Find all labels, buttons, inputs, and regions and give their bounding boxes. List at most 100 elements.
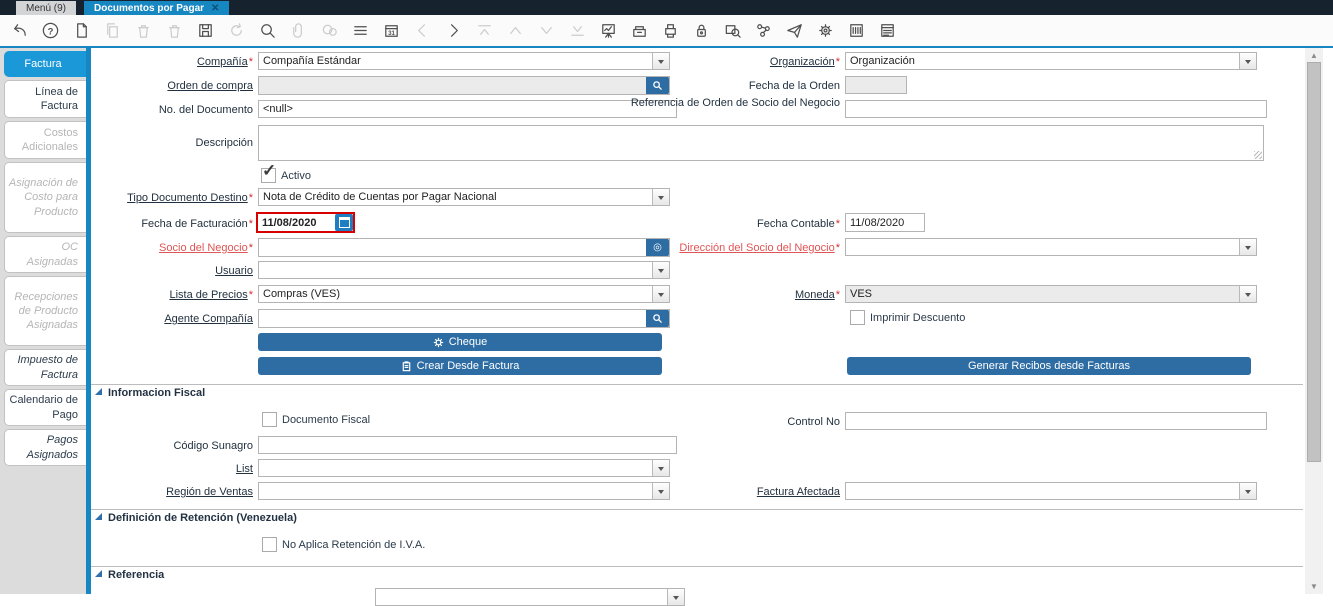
lookup-icon[interactable] <box>646 309 669 328</box>
section-divider <box>91 509 1303 510</box>
chevron-down-icon[interactable] <box>652 189 669 205</box>
calendar-picker-icon[interactable] <box>335 214 353 231</box>
generar-recibos-button[interactable]: Generar Recibos desde Facturas <box>847 357 1251 375</box>
window-tab-bar: Menú (9) Documentos por Pagar ✕ <box>0 0 1333 15</box>
cheque-button[interactable]: Cheque <box>258 333 662 351</box>
region-ventas-label: Región de Ventas <box>60 485 253 499</box>
referencia-header[interactable]: Referencia <box>108 569 164 581</box>
new-record-icon[interactable] <box>72 21 91 40</box>
product-info-icon[interactable] <box>847 21 866 40</box>
list-label: List <box>60 462 253 476</box>
no-aplica-retencion-row: No Aplica Retención de I.V.A. <box>262 537 425 552</box>
scrollbar-thumb[interactable] <box>1307 62 1321 462</box>
imprimir-descuento-row: Imprimir Descuento <box>850 310 965 325</box>
referencia-orden-input[interactable] <box>845 100 1267 118</box>
no-del-documento-label: No. del Documento <box>60 103 253 117</box>
scroll-up-icon[interactable]: ▲ <box>1305 51 1323 60</box>
section-divider <box>91 384 1303 385</box>
report-icon[interactable] <box>599 21 618 40</box>
sidebar-tab-calendario-de-pago[interactable]: Calendario de Pago <box>4 389 86 426</box>
no-aplica-retencion-label: No Aplica Retención de I.V.A. <box>282 539 425 551</box>
parent-record-icon[interactable] <box>506 21 525 40</box>
list-select[interactable] <box>258 459 670 477</box>
svg-text:31: 31 <box>388 30 395 37</box>
control-no-input[interactable] <box>845 412 1267 430</box>
collapse-triangle-icon[interactable] <box>95 388 102 395</box>
resize-handle[interactable] <box>1254 151 1262 159</box>
tipo-documento-select[interactable]: Nota de Crédito de Cuentas por Pagar Nac… <box>258 188 670 206</box>
toolbar: ? 31 <box>0 15 1333 48</box>
next-record-icon[interactable] <box>444 21 463 40</box>
first-record-icon[interactable] <box>475 21 494 40</box>
factura-afectada-select[interactable] <box>845 482 1257 500</box>
send-icon[interactable] <box>785 21 804 40</box>
save-icon[interactable] <box>196 21 215 40</box>
report-window-icon[interactable] <box>878 21 897 40</box>
usuario-label: Usuario <box>60 264 253 278</box>
previous-record-icon[interactable] <box>413 21 432 40</box>
print-icon[interactable] <box>661 21 680 40</box>
archive-icon[interactable] <box>630 21 649 40</box>
vertical-scrollbar[interactable]: ▲ ▼ <box>1305 48 1323 594</box>
close-icon[interactable]: ✕ <box>211 3 219 14</box>
retencion-header[interactable]: Definición de Retención (Venezuela) <box>108 512 297 524</box>
referencia-partial-field[interactable] <box>375 588 685 606</box>
descripcion-textarea[interactable] <box>258 125 1264 161</box>
lista-precios-select[interactable]: Compras (VES) <box>258 285 670 303</box>
organizacion-select[interactable]: Organización <box>845 52 1257 70</box>
control-no-label: Control No <box>610 415 840 429</box>
grid-toggle-icon[interactable] <box>351 21 370 40</box>
tab-menu[interactable]: Menú (9) <box>16 1 76 15</box>
direccion-socio-select[interactable] <box>845 238 1257 256</box>
sidebar-tab-impuesto-de-factura[interactable]: Impuesto de Factura <box>4 349 86 386</box>
detail-record-icon[interactable] <box>537 21 556 40</box>
chat-icon[interactable] <box>320 21 339 40</box>
fecha-contable-field[interactable]: 11/08/2020 <box>845 213 864 224</box>
activo-checkbox[interactable]: ✓ <box>261 168 276 183</box>
chevron-down-icon[interactable] <box>1239 483 1256 499</box>
socio-negocio-field[interactable]: ◎ <box>258 238 670 257</box>
calendar-icon[interactable]: 31 <box>382 21 401 40</box>
chevron-down-icon[interactable] <box>1239 239 1256 255</box>
compania-select[interactable]: Compañía Estándar <box>258 52 670 70</box>
fecha-de-la-orden-field[interactable] <box>845 76 864 87</box>
chevron-down-icon[interactable] <box>1239 53 1256 69</box>
fecha-facturacion-input[interactable]: 11/08/2020 <box>258 214 334 231</box>
chevron-down-icon[interactable] <box>667 589 684 605</box>
scroll-down-icon[interactable]: ▼ <box>1305 582 1323 591</box>
chevron-down-icon[interactable] <box>652 262 669 278</box>
find-icon[interactable] <box>258 21 277 40</box>
fecha-de-la-orden-label: Fecha de la Orden <box>610 79 840 93</box>
undo-icon[interactable] <box>10 21 29 40</box>
crear-desde-factura-button[interactable]: Crear Desde Factura <box>258 357 662 375</box>
preference-icon[interactable] <box>816 21 835 40</box>
imprimir-descuento-checkbox[interactable] <box>850 310 865 325</box>
workflow-icon[interactable] <box>754 21 773 40</box>
informacion-fiscal-header[interactable]: Informacion Fiscal <box>108 387 205 399</box>
imprimir-descuento-label: Imprimir Descuento <box>870 312 965 324</box>
chevron-down-icon[interactable] <box>652 460 669 476</box>
tab-documentos-por-pagar[interactable]: Documentos por Pagar ✕ <box>84 1 229 15</box>
no-aplica-retencion-checkbox[interactable] <box>262 537 277 552</box>
process-icon <box>433 337 444 348</box>
usuario-select[interactable] <box>258 261 670 279</box>
documento-fiscal-label: Documento Fiscal <box>282 414 370 426</box>
lock-icon[interactable] <box>692 21 711 40</box>
codigo-sunagro-input[interactable] <box>258 436 677 454</box>
help-icon[interactable]: ? <box>41 21 60 40</box>
delete-record-icon[interactable] <box>134 21 153 40</box>
last-record-icon[interactable] <box>568 21 587 40</box>
fecha-facturacion-highlight: 11/08/2020 <box>256 212 355 233</box>
zoom-across-icon[interactable] <box>723 21 742 40</box>
region-ventas-select[interactable] <box>258 482 670 500</box>
collapse-triangle-icon[interactable] <box>95 570 102 577</box>
refresh-icon[interactable] <box>227 21 246 40</box>
copy-record-icon[interactable] <box>103 21 122 40</box>
documento-fiscal-checkbox[interactable] <box>262 412 277 427</box>
tipo-documento-label: Tipo Documento Destino* <box>60 191 253 205</box>
collapse-triangle-icon[interactable] <box>95 513 102 520</box>
agente-field[interactable] <box>258 309 670 328</box>
delete-selection-icon[interactable] <box>165 21 184 40</box>
orden-de-compra-field[interactable] <box>258 76 670 95</box>
attachment-icon[interactable] <box>289 21 308 40</box>
